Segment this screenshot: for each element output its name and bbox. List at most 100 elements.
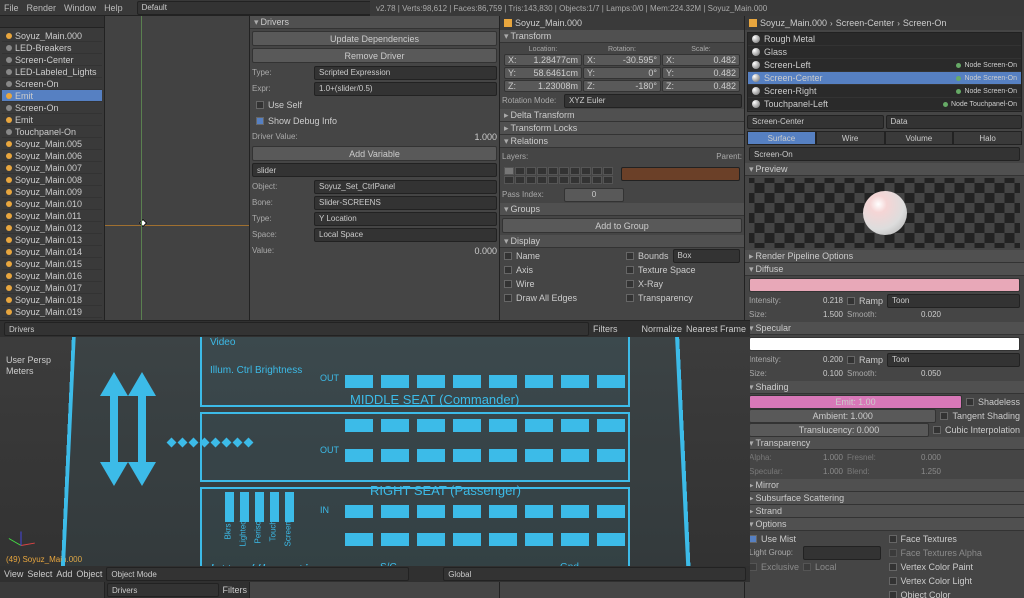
menu-file[interactable]: File: [4, 3, 19, 13]
pipeline-header[interactable]: Render Pipeline Options: [745, 250, 1024, 263]
driver-type-select[interactable]: Scripted Expression: [314, 66, 497, 80]
material-slot[interactable]: Rough Metal: [748, 33, 1021, 46]
pass-index[interactable]: 0: [564, 188, 624, 202]
outliner-item[interactable]: Soyuz_Main.019: [2, 306, 102, 318]
menu-render[interactable]: Render: [27, 3, 57, 13]
add-variable-button[interactable]: Add Variable: [252, 146, 497, 161]
loc-y[interactable]: Y:58.6461cm: [504, 67, 582, 79]
relations-header[interactable]: Relations: [500, 135, 744, 148]
material-name-input[interactable]: Screen-Center: [747, 115, 884, 129]
diffuse-header[interactable]: Diffuse: [745, 263, 1024, 276]
diffuse-ramp-check[interactable]: [847, 297, 855, 305]
shading-header[interactable]: Shading: [745, 381, 1024, 394]
remove-driver-button[interactable]: Remove Driver: [252, 48, 497, 63]
menu-help[interactable]: Help: [104, 3, 123, 13]
vp-view[interactable]: View: [4, 569, 23, 579]
outliner-item[interactable]: Screen-Center: [2, 54, 102, 66]
specular-color[interactable]: [749, 337, 1020, 351]
outliner-item[interactable]: LED-Labeled_Lights: [2, 66, 102, 78]
driver-expr-input[interactable]: 1.0+(slider/0.5): [314, 82, 497, 96]
outliner-item[interactable]: Soyuz_Main.009: [2, 186, 102, 198]
prop-type-select[interactable]: Y Location: [314, 212, 497, 226]
tab-wire[interactable]: Wire: [816, 131, 885, 145]
vcolpaint-check[interactable]: [889, 563, 897, 571]
preview-header[interactable]: Preview: [745, 163, 1024, 176]
transparency-header[interactable]: Transparency: [745, 437, 1024, 450]
sss-header[interactable]: Subsurface Scattering: [745, 492, 1024, 505]
material-slot[interactable]: Glass: [748, 46, 1021, 59]
variable-name-input[interactable]: slider: [252, 163, 497, 177]
shadeless-check[interactable]: [966, 398, 974, 406]
outliner-item[interactable]: Emit: [2, 114, 102, 126]
diffuse-color[interactable]: [749, 278, 1020, 292]
material-data-select[interactable]: Data: [886, 115, 1023, 129]
transform-header[interactable]: Transform: [500, 30, 744, 43]
mode-select[interactable]: Object Mode: [106, 567, 409, 581]
viewport-canvas[interactable]: User Persp Meters (49) Soyuz_Main.000 Vi…: [0, 337, 750, 566]
nodegroup-name[interactable]: Screen-On: [749, 147, 1020, 161]
spec-shader[interactable]: Toon: [887, 353, 1020, 367]
outliner-item[interactable]: Soyuz_Main.000: [2, 30, 102, 42]
display-header[interactable]: Display: [500, 235, 744, 248]
emit-slider[interactable]: Emit: 1.00: [749, 395, 962, 409]
diffuse-shader[interactable]: Toon: [887, 294, 1020, 308]
outliner-item[interactable]: Soyuz_Main.014: [2, 246, 102, 258]
scl-y[interactable]: Y:0.482: [662, 67, 740, 79]
display-xray-check[interactable]: [626, 280, 634, 288]
mirror-header[interactable]: Mirror: [745, 479, 1024, 492]
loc-z[interactable]: Z:1.23008m: [504, 80, 582, 92]
outliner-item[interactable]: LED-Breakers: [2, 42, 102, 54]
scl-z[interactable]: Z:0.482: [662, 80, 740, 92]
add-to-group-button[interactable]: Add to Group: [502, 218, 742, 233]
drivers-header[interactable]: Drivers: [250, 16, 499, 29]
graph-mode2[interactable]: Drivers: [4, 322, 589, 336]
material-slot[interactable]: Screen-CenterNode Screen-On: [748, 72, 1021, 85]
outliner-item[interactable]: Soyuz_Main.011: [2, 210, 102, 222]
outliner-item[interactable]: Soyuz_Main.010: [2, 198, 102, 210]
tab-volume[interactable]: Volume: [885, 131, 954, 145]
update-deps-button[interactable]: Update Dependencies: [252, 31, 497, 46]
use-self-check[interactable]: [256, 101, 264, 109]
material-slot[interactable]: Screen-RightNode Screen-On: [748, 85, 1021, 98]
vp-select[interactable]: Select: [27, 569, 52, 579]
display-edges-check[interactable]: [504, 294, 512, 302]
outliner-item[interactable]: Soyuz_Main.018: [2, 294, 102, 306]
keyframe-handle[interactable]: [138, 218, 146, 226]
orientation-select[interactable]: Global: [443, 567, 746, 581]
layers-grid[interactable]: [504, 167, 613, 184]
vp-add[interactable]: Add: [56, 569, 72, 579]
outliner-item[interactable]: Soyuz_Main.012: [2, 222, 102, 234]
parent-select[interactable]: [621, 167, 740, 181]
outliner-item[interactable]: Soyuz_Main.017: [2, 282, 102, 294]
outliner-item[interactable]: Touchpanel-On: [2, 126, 102, 138]
outliner-item[interactable]: Screen-On: [2, 102, 102, 114]
rot-x[interactable]: X:-30.595°: [583, 54, 661, 66]
tab-halo[interactable]: Halo: [953, 131, 1022, 145]
outliner-item[interactable]: Screen-On: [2, 78, 102, 90]
facetex-check[interactable]: [889, 535, 897, 543]
strand-header[interactable]: Strand: [745, 505, 1024, 518]
tangent-check[interactable]: [940, 412, 948, 420]
transform-locks-header[interactable]: Transform Locks: [500, 122, 744, 135]
display-tex-check[interactable]: [626, 266, 634, 274]
use-mist-check[interactable]: [749, 535, 757, 543]
outliner-header[interactable]: [0, 16, 104, 28]
vcollight-check[interactable]: [889, 577, 897, 585]
outliner-item[interactable]: Soyuz_Main.013: [2, 234, 102, 246]
vp-object[interactable]: Object: [76, 569, 102, 579]
local-check[interactable]: [803, 563, 811, 571]
outliner-item[interactable]: Soyuz_Main.008: [2, 174, 102, 186]
graph-filters[interactable]: Filters: [223, 585, 248, 595]
translucency-slider[interactable]: Translucency: 0.000: [749, 423, 929, 437]
specular-header[interactable]: Specular: [745, 322, 1024, 335]
tab-surface[interactable]: Surface: [747, 131, 816, 145]
groups-header[interactable]: Groups: [500, 203, 744, 216]
rot-z[interactable]: Z:-180°: [583, 80, 661, 92]
rotmode-select[interactable]: XYZ Euler: [564, 94, 742, 108]
facetexa-check[interactable]: [889, 549, 897, 557]
outliner-item[interactable]: Soyuz_Main.005: [2, 138, 102, 150]
display-wire-check[interactable]: [504, 280, 512, 288]
display-name-check[interactable]: [504, 252, 512, 260]
material-slot[interactable]: Touchpanel-LeftNode Touchpanel-On: [748, 98, 1021, 111]
objcolor-check[interactable]: [889, 591, 897, 598]
